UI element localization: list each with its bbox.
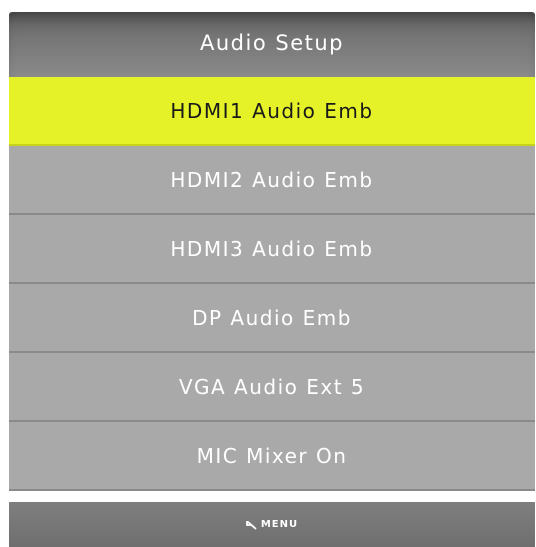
return-arrow-icon [245,520,257,530]
menu-item-hdmi1-audio[interactable]: HDMI1 Audio Emb [9,77,535,146]
menu-item-hdmi3-audio[interactable]: HDMI3 Audio Emb [9,215,535,284]
menu-item-hdmi2-audio[interactable]: HDMI2 Audio Emb [9,146,535,215]
osd-header: Audio Setup [9,12,535,77]
menu-item-label: HDMI3 Audio Emb [170,236,374,261]
menu-item-mic-mixer[interactable]: MIC Mixer On [9,422,535,491]
menu-item-vga-audio[interactable]: VGA Audio Ext 5 [9,353,535,422]
menu-item-label: HDMI2 Audio Emb [170,167,374,192]
page-title: Audio Setup [200,30,344,55]
audio-setup-osd: Audio Setup HDMI1 Audio Emb HDMI2 Audio … [9,12,535,547]
menu-item-label: VGA Audio Ext 5 [178,374,366,399]
menu-item-dp-audio[interactable]: DP Audio Emb [9,284,535,353]
menu-item-label: MIC Mixer On [196,443,348,468]
footer-menu-label: MENU [260,519,299,530]
menu-list: HDMI1 Audio Emb HDMI2 Audio Emb HDMI3 Au… [9,77,535,491]
menu-item-label: DP Audio Emb [192,305,352,330]
menu-item-label: HDMI1 Audio Emb [170,98,374,123]
menu-back-button[interactable]: MENU [9,502,535,547]
